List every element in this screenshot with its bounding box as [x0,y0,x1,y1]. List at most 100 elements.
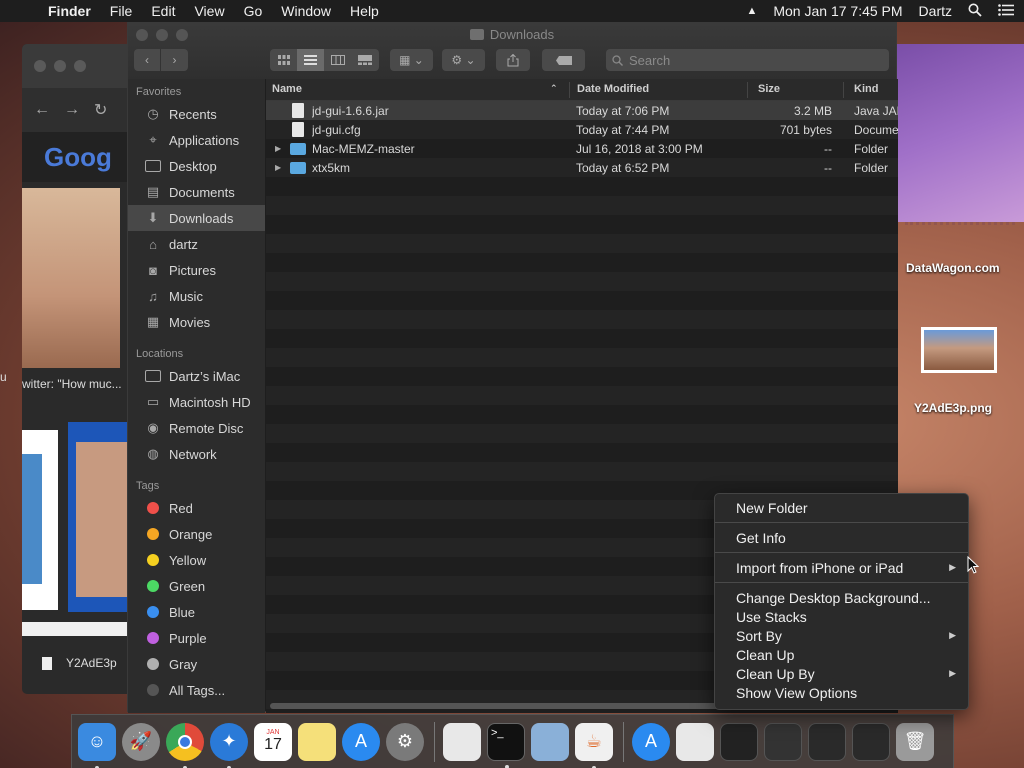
file-row[interactable]: jd-gui.cfg Today at 7:44 PM 701 bytes Do… [266,120,898,139]
minimized-window-icon-3[interactable] [808,722,846,761]
text-edit-icon[interactable] [443,722,481,761]
menu-user[interactable]: Dartz [919,3,952,19]
search-field[interactable]: Search [606,49,889,71]
sidebar-tag-purple[interactable]: Purple [128,625,265,651]
tweet-caption[interactable]: witter: "How muc... [22,377,142,391]
menu-item-sort-by[interactable]: Sort By ▶ [715,626,968,645]
menu-item-use-stacks[interactable]: Use Stacks [715,607,968,626]
tag-icon[interactable] [542,49,585,71]
finder-icon[interactable]: ☺ [78,722,116,768]
sidebar-item-network[interactable]: ◍ Network [128,441,265,467]
menu-item-import-from-iphone[interactable]: Import from iPhone or iPad ▶ [715,558,968,577]
chrome-icon[interactable] [166,722,204,768]
background-browser-window[interactable]: ← → ↻ Goog witter: "How muc... Y2AdE3p [22,44,142,694]
menu-go[interactable]: Go [244,3,263,19]
sidebar-item-recents[interactable]: ◷ Recents [128,101,265,127]
calendar-icon[interactable]: JAN 17 [254,722,292,761]
menu-finder[interactable]: Finder [48,3,91,19]
java-icon[interactable]: ☕ [575,722,613,768]
sidebar-item-downloads[interactable]: ⬇ Downloads [128,205,265,231]
gallery-view-icon[interactable] [351,49,379,71]
desktop-icon-datawagon-label[interactable]: DataWagon.com [906,261,1000,275]
sidebar-item-pictures[interactable]: ◙ Pictures [128,257,265,283]
minimized-window-icon-4[interactable] [852,722,890,761]
back-button[interactable]: ‹ [134,49,161,71]
document-stack-icon[interactable] [676,722,714,761]
close-button[interactable] [34,60,46,72]
sidebar-item-macintosh-hd[interactable]: ▭ Macintosh HD [128,389,265,415]
list-view-icon[interactable] [297,49,324,71]
share-icon[interactable] [496,49,530,71]
group-by-icon[interactable]: ▦ ⌄ [390,49,433,71]
minimized-window-icon[interactable] [720,722,758,761]
menu-view[interactable]: View [194,3,224,19]
desktop-icon-image-label[interactable]: Y2AdE3p.png [914,401,992,415]
back-arrow-icon[interactable]: ← [34,101,50,119]
image-thumbnail[interactable] [22,430,58,610]
menu-item-change-desktop-background[interactable]: Change Desktop Background... [715,588,968,607]
disclosure-triangle-icon[interactable]: ▶ [275,163,281,172]
download-item[interactable]: Y2AdE3p [42,656,117,670]
column-header-name[interactable]: Name [272,83,302,95]
zoom-button[interactable] [74,60,86,72]
forward-button[interactable]: › [161,49,188,71]
finder-titlebar[interactable]: Downloads ‹ › ▦ ⌄ ⚙ ⌄ Search [128,23,896,79]
menu-item-get-info[interactable]: Get Info [715,528,968,547]
menu-item-clean-up[interactable]: Clean Up [715,645,968,664]
launchpad-icon[interactable]: 🚀 [122,722,160,761]
file-row[interactable]: ▶ Mac-MEMZ-master Jul 16, 2018 at 3:00 P… [266,139,898,158]
sidebar-item-remote-disc[interactable]: ◉ Remote Disc [128,415,265,441]
menu-file[interactable]: File [110,3,133,19]
notification-center-icon[interactable] [998,3,1014,19]
menu-edit[interactable]: Edit [151,3,175,19]
reload-icon[interactable]: ↻ [94,100,107,120]
video-thumbnail[interactable] [22,188,120,368]
menu-item-show-view-options[interactable]: Show View Options [715,683,968,702]
sidebar-tag-all-tags[interactable]: All Tags... [128,677,265,703]
file-row[interactable]: jd-gui-1.6.6.jar Today at 7:06 PM 3.2 MB… [266,101,898,120]
desktop-icon-image-thumbnail[interactable] [921,327,997,373]
app-store-icon[interactable]: A [342,722,380,761]
menu-item-clean-up-by[interactable]: Clean Up By ▶ [715,664,968,683]
trash-icon[interactable]: 🗑 [896,722,934,761]
sidebar-tag-gray[interactable]: Gray [128,651,265,677]
column-header-date-modified[interactable]: Date Modified [577,83,649,95]
minimize-button[interactable] [54,60,66,72]
sidebar-item-documents[interactable]: ▤ Documents [128,179,265,205]
column-view-icon[interactable] [324,49,351,71]
menu-help[interactable]: Help [350,3,379,19]
notes-icon[interactable] [298,722,336,761]
column-header-kind[interactable]: Kind [854,83,878,95]
sidebar-tag-yellow[interactable]: Yellow [128,547,265,573]
file-row[interactable]: ▶ xtx5km Today at 6:52 PM -- Folder [266,158,898,177]
safari-icon[interactable]: ✦ [210,722,248,768]
column-header-size[interactable]: Size [758,83,780,95]
sidebar-tag-red[interactable]: Red [128,495,265,521]
terminal-icon[interactable]: >_ [487,722,525,768]
action-menu[interactable]: ⚙ ⌄ [442,49,485,71]
menu-clock[interactable]: Mon Jan 17 7:45 PM [773,3,902,19]
share-control[interactable] [496,49,530,71]
eject-icon[interactable]: ▲ [746,5,757,17]
app-store-download-icon[interactable]: A [632,722,670,761]
sidebar-item-movies[interactable]: ▦ Movies [128,309,265,335]
system-preferences-icon[interactable]: ⚙ [386,722,424,761]
sidebar-tag-orange[interactable]: Orange [128,521,265,547]
forward-arrow-icon[interactable]: → [64,101,80,119]
sidebar-item-imac[interactable]: Dartz’s iMac [128,363,265,389]
tags-control[interactable] [542,49,585,71]
sidebar-item-music[interactable]: ♫ Music [128,283,265,309]
sidebar-item-dartz[interactable]: ⌂ dartz [128,231,265,257]
minimized-window-icon-2[interactable] [764,722,802,761]
sidebar-tag-blue[interactable]: Blue [128,599,265,625]
preview-icon[interactable] [531,722,569,761]
disclosure-triangle-icon[interactable]: ▶ [275,144,281,153]
sidebar-item-applications[interactable]: ⌖ Applications [128,127,265,153]
gear-icon[interactable]: ⚙ ⌄ [442,49,485,71]
menu-item-new-folder[interactable]: New Folder [715,498,968,517]
icon-view-icon[interactable] [270,49,297,71]
sidebar-tag-green[interactable]: Green [128,573,265,599]
group-control[interactable]: ▦ ⌄ [390,49,433,71]
sidebar-item-desktop[interactable]: Desktop [128,153,265,179]
menu-window[interactable]: Window [281,3,331,19]
